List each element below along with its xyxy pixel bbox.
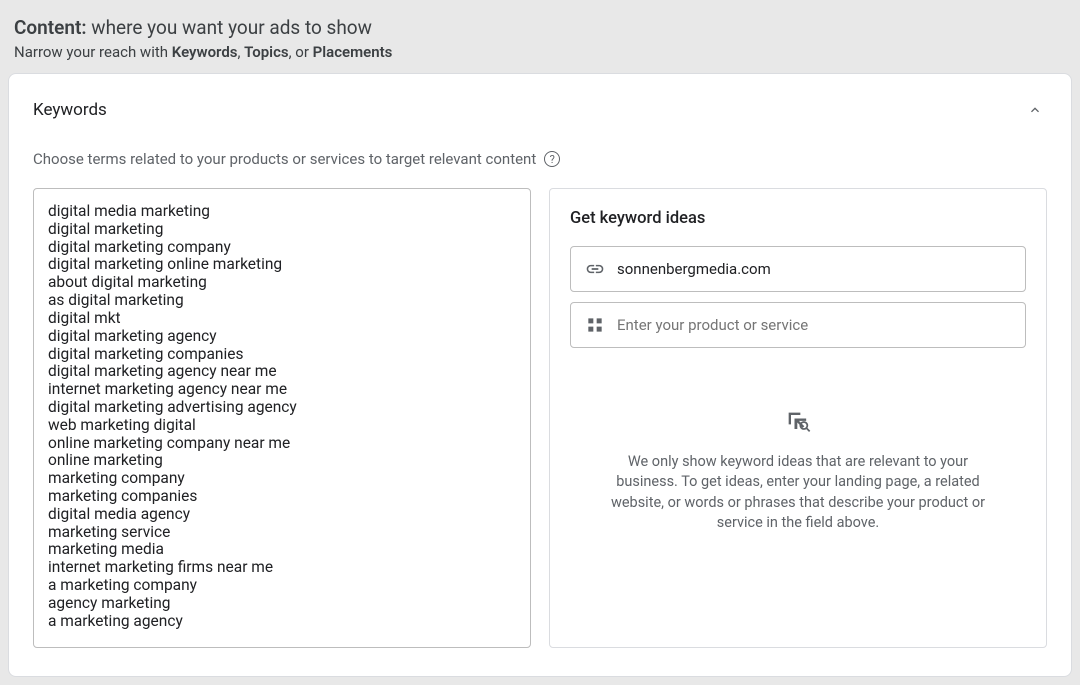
ideas-column: Get keyword ideas — [549, 188, 1047, 652]
ideas-title: Get keyword ideas — [570, 209, 1026, 228]
keywords-card: Keywords Choose terms related to your pr… — [8, 73, 1072, 677]
card-subtext-row: Choose terms related to your products or… — [33, 150, 1047, 168]
search-suggestion-icon — [784, 408, 812, 436]
keywords-textarea[interactable] — [33, 188, 531, 648]
url-input-field[interactable] — [570, 246, 1026, 292]
header-subtitle: Narrow your reach with Keywords, Topics,… — [14, 43, 1072, 61]
chevron-up-icon[interactable] — [1023, 98, 1047, 122]
grid-icon — [585, 315, 605, 335]
card-head: Keywords — [33, 98, 1047, 122]
header-title-rest: where you want your ads to show — [87, 16, 372, 39]
product-input[interactable] — [617, 316, 1011, 334]
ideas-empty-text: We only show keyword ideas that are rele… — [600, 452, 996, 533]
keywords-column — [33, 188, 531, 652]
header-title: Content: where you want your ads to show — [14, 16, 1072, 39]
header-title-bold: Content: — [14, 16, 87, 39]
url-input[interactable] — [617, 260, 1011, 278]
keyword-ideas-panel: Get keyword ideas — [549, 188, 1047, 648]
ideas-empty-state: We only show keyword ideas that are rele… — [570, 408, 1026, 533]
content-targeting-header: Content: where you want your ads to show… — [8, 8, 1072, 73]
link-icon — [585, 259, 605, 279]
help-icon[interactable]: ? — [544, 151, 560, 167]
card-subtext: Choose terms related to your products or… — [33, 150, 536, 168]
card-title: Keywords — [33, 100, 107, 120]
product-input-field[interactable] — [570, 302, 1026, 348]
columns: Get keyword ideas — [33, 188, 1047, 652]
